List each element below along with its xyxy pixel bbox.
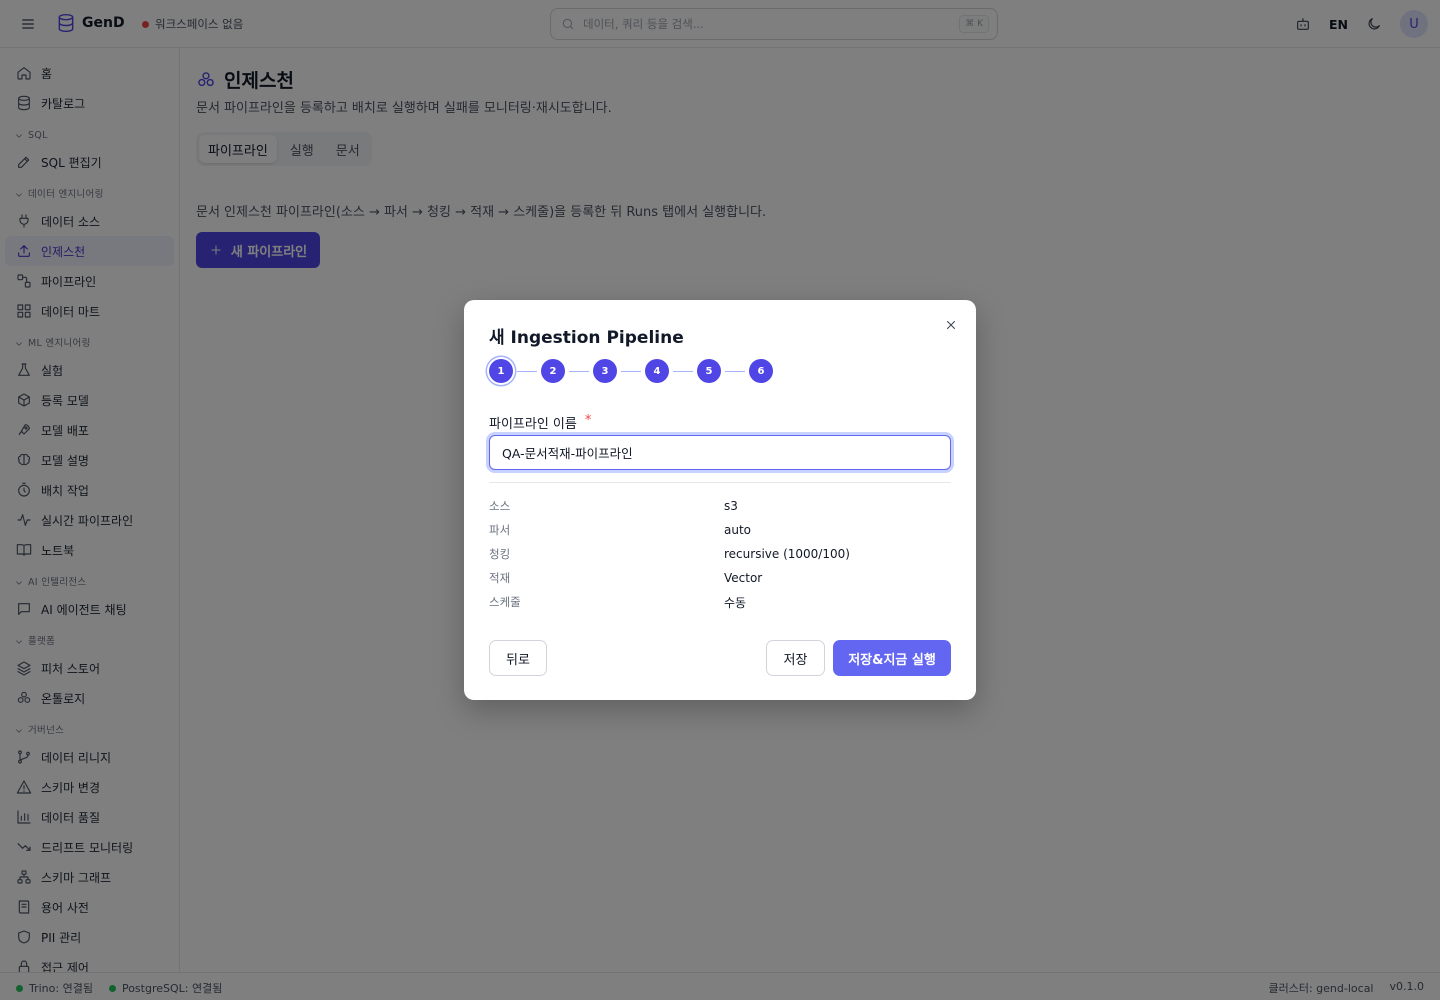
summary-value: recursive (1000/100) (724, 547, 850, 561)
summary-key: 적재 (489, 571, 511, 585)
summary-row: 청킹 recursive (1000/100) (489, 542, 951, 566)
summary-key: 소스 (489, 499, 511, 513)
summary-value: auto (724, 523, 752, 537)
step-connector (673, 370, 693, 372)
summary-value: s3 (724, 499, 738, 513)
summary-key: 스케줄 (489, 595, 521, 609)
new-pipeline-dialog: 새 Ingestion Pipeline 1 2 3 4 5 6 파이프라인 이… (464, 300, 976, 700)
divider (489, 482, 951, 483)
step-2[interactable]: 2 (541, 359, 565, 383)
summary-row: 적재 Vector (489, 566, 951, 590)
required-mark: * (584, 413, 592, 428)
step-connector (725, 370, 745, 372)
step-connector (621, 370, 641, 372)
summary-value: 수동 (724, 595, 747, 610)
step-connector (569, 370, 589, 372)
back-button[interactable]: 뒤로 (489, 640, 547, 676)
summary-key: 청킹 (489, 547, 511, 561)
step-connector (517, 370, 537, 372)
close-icon[interactable] (942, 316, 960, 334)
save-and-run-button[interactable]: 저장&지금 실행 (833, 640, 951, 676)
summary-row: 소스 s3 (489, 494, 951, 518)
modal-backdrop[interactable]: 새 Ingestion Pipeline 1 2 3 4 5 6 파이프라인 이… (0, 0, 1440, 1000)
save-button[interactable]: 저장 (766, 640, 825, 676)
step-6[interactable]: 6 (749, 359, 773, 383)
dialog-title: 새 Ingestion Pipeline (489, 328, 684, 348)
summary-key: 파서 (489, 523, 511, 537)
pipeline-name-label: 파이프라인 이름 * (489, 413, 591, 432)
summary-row: 스케줄 수동 (489, 590, 951, 614)
step-5[interactable]: 5 (697, 359, 721, 383)
step-3[interactable]: 3 (593, 359, 617, 383)
pipeline-summary: 소스 s3 파서 auto 청킹 recursive (1000/100) 적재 Vec… (489, 494, 951, 614)
step-4[interactable]: 4 (645, 359, 669, 383)
summary-value: Vector (724, 571, 763, 585)
step-1[interactable]: 1 (489, 359, 513, 383)
pipeline-name-label-text: 파이프라인 이름 (489, 417, 577, 432)
stepper: 1 2 3 4 5 6 (489, 359, 773, 383)
pipeline-name-input[interactable] (489, 435, 951, 470)
summary-row: 파서 auto (489, 518, 951, 542)
